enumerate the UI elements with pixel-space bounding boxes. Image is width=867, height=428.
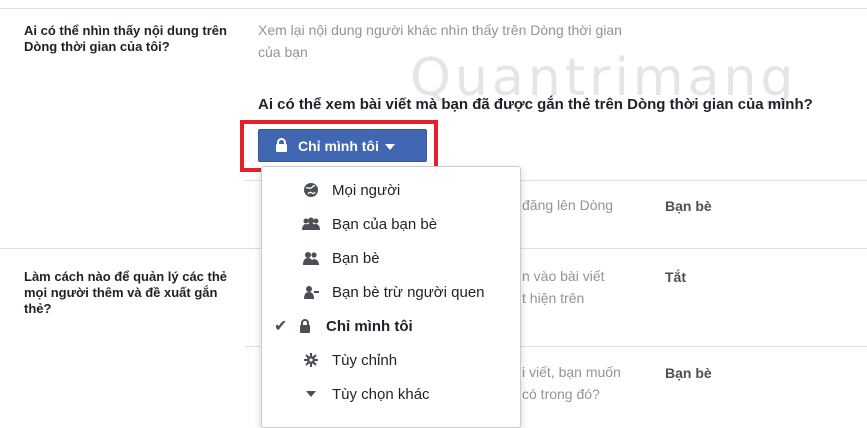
row1-value[interactable]: Bạn bè bbox=[665, 198, 712, 214]
caret-down-icon bbox=[302, 386, 320, 402]
menu-item-friends[interactable]: Bạn bè bbox=[262, 243, 520, 273]
section-label-manage-tags: Làm cách nào để quản lý các thẻ mọi ngườ… bbox=[24, 269, 228, 316]
top-divider bbox=[0, 8, 867, 9]
row2-value[interactable]: Tắt bbox=[665, 269, 686, 285]
tagged-posts-question: Ai có thể xem bài viết mà bạn đã được gắ… bbox=[258, 96, 813, 113]
friends-of-friends-icon bbox=[302, 216, 320, 232]
row3-text-b: có trong đó? bbox=[522, 386, 600, 402]
friends-except-icon bbox=[302, 284, 320, 300]
menu-item-custom[interactable]: Tùy chỉnh bbox=[262, 345, 520, 375]
privacy-selector-button[interactable]: Chỉ mình tôi bbox=[258, 129, 427, 162]
row1-text: đăng lên Dòng bbox=[522, 197, 614, 213]
menu-item-only-me[interactable]: ✔ Chỉ mình tôi bbox=[262, 311, 520, 341]
lock-icon bbox=[296, 318, 314, 334]
section-subtext: Xem lại nội dung người khác nhìn thấy tr… bbox=[258, 22, 622, 60]
menu-item-friends-except[interactable]: Bạn bè trừ người quen bbox=[262, 277, 520, 307]
row3-value[interactable]: Bạn bè bbox=[665, 365, 712, 381]
globe-icon bbox=[302, 182, 320, 198]
section-label-timeline-visibility: Ai có thể nhìn thấy nội dung trên Dòng t… bbox=[24, 23, 227, 54]
row2-text-a: n vào bài viết bbox=[522, 268, 605, 284]
caret-down-icon bbox=[384, 143, 395, 150]
menu-item-everyone[interactable]: Mọi người bbox=[262, 175, 520, 205]
lock-icon bbox=[276, 138, 287, 152]
friends-icon bbox=[302, 250, 320, 266]
privacy-button-label: Chỉ mình tôi bbox=[298, 137, 379, 154]
menu-item-friends-of-friends[interactable]: Bạn của bạn bè bbox=[262, 209, 520, 239]
row3-text-a: i viết, bạn muốn bbox=[522, 364, 621, 380]
row2-text-b: t hiện trên bbox=[522, 290, 585, 306]
checkmark-icon: ✔ bbox=[274, 318, 288, 335]
privacy-dropdown-menu: Mọi người Bạn của bạn bè Bạn bè Bạn bè t… bbox=[261, 166, 521, 428]
gear-icon bbox=[302, 352, 320, 368]
menu-item-more-options[interactable]: Tùy chọn khác bbox=[262, 379, 520, 409]
